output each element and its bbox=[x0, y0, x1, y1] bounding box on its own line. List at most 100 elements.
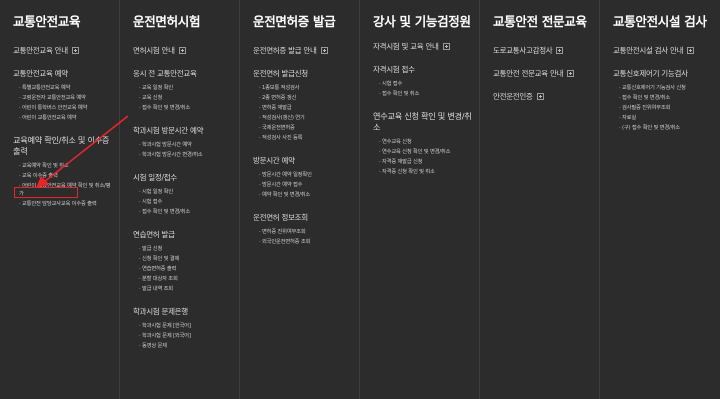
submenu-item[interactable]: · 분할 대상자 조회 bbox=[139, 274, 233, 284]
section-head[interactable]: 방문시간 예약 bbox=[253, 155, 353, 166]
submenu-item[interactable]: · 2종 면허증 갱신 bbox=[259, 93, 353, 103]
submenu-item[interactable]: · 특별교통안전교육 예약 bbox=[19, 83, 113, 93]
submenu-item[interactable]: · 자격증 재발급 신청 bbox=[379, 157, 473, 167]
section-link-education-guide[interactable]: 교통안전교육 안내 bbox=[13, 45, 113, 56]
submenu-item[interactable]: · 외국인운전면허증 조회 bbox=[259, 237, 353, 247]
section-link-safe-driving-cert[interactable]: 안전운전인증 bbox=[493, 91, 593, 102]
submenu-item[interactable]: · 어린이 교통안전교육 예약 bbox=[19, 113, 113, 123]
submenu-item[interactable]: · (구) 접수 확인 및 변경/취소 bbox=[619, 123, 714, 133]
submenu-item[interactable]: · 접수 확인 및 변경/취소 bbox=[139, 103, 233, 113]
submenu-item[interactable]: · 교육 신청 bbox=[139, 93, 233, 103]
section-head[interactable]: 운전면허 정보조회 bbox=[253, 212, 353, 223]
plus-icon bbox=[536, 93, 544, 100]
submenu-item[interactable]: · 접수 확인 및 변경/취소 bbox=[139, 207, 233, 217]
section-link-issue-guide[interactable]: 운전면허증 발급 안내 bbox=[253, 45, 353, 56]
submenu-item[interactable]: · 면허증 재발급 bbox=[259, 103, 353, 113]
submenu-item[interactable]: · 교육예약 확인 및 취소 bbox=[19, 161, 113, 171]
section-head[interactable]: 학과시험 문제은행 bbox=[133, 306, 233, 317]
section-link-accident-appraiser[interactable]: 도로교통사고감정사 bbox=[493, 45, 593, 56]
submenu-item[interactable]: · 면허증 진위여부조회 bbox=[259, 227, 353, 237]
submenu-item[interactable]: · 학과시험 방문시간 변경/취소 bbox=[139, 150, 233, 160]
menu-section: 교통안전 전문교육 안내 bbox=[493, 68, 593, 79]
section-link-qualification-guide[interactable]: 자격시험 및 교육 안내 bbox=[373, 41, 473, 52]
submenu-item[interactable]: · 자격증 신청 확인 및 취소 bbox=[379, 167, 473, 177]
menu-section: 연수교육 신청 확인 및 변경/취소 · 연수교육 신청 · 연수교육 신청 확… bbox=[373, 111, 473, 177]
submenu-item[interactable]: · 학과시험 문제 [한국어] bbox=[139, 321, 233, 331]
submenu-item[interactable]: · 적성검사(갱신) 연기 bbox=[259, 113, 353, 123]
submenu-item[interactable]: · 발급 내역 조회 bbox=[139, 284, 233, 294]
section-head[interactable]: 교통신호제어기 기능검사 bbox=[613, 68, 714, 79]
menu-section: 학과시험 방문시간 예약 · 학과시험 방문시간 예약 · 학과시험 방문시간 … bbox=[133, 125, 233, 160]
submenu-list: · 연수교육 신청 · 연수교육 신청 확인 및 변경/취소 · 자격증 재발급… bbox=[373, 137, 473, 177]
menu-section: 자격시험 및 교육 안내 bbox=[373, 41, 473, 52]
submenu-item[interactable]: · 학과시험 문제 [외국어] bbox=[139, 331, 233, 341]
section-head[interactable]: 연습면허 발급 bbox=[133, 229, 233, 240]
submenu-item[interactable]: · 교육 일정 확인 bbox=[139, 83, 233, 93]
section-link-exam-guide[interactable]: 면허시험 안내 bbox=[133, 45, 233, 56]
submenu-item[interactable]: · 시험 일정 확인 bbox=[139, 187, 233, 197]
submenu-item[interactable]: · 적성검사 사진 등록 bbox=[259, 133, 353, 143]
submenu-item[interactable]: · 시험 접수 bbox=[139, 197, 233, 207]
submenu-list: · 교통신호제어기 기능검사 신청 · 접수 확인 및 변경/취소 · 검사필증… bbox=[613, 83, 714, 133]
menu-section: 면허시험 안내 bbox=[133, 45, 233, 56]
column-title[interactable]: 교통안전교육 bbox=[13, 12, 113, 31]
menu-section: 응시 전 교통안전교육 · 교육 일정 확인 · 교육 신청 · 접수 확인 및… bbox=[133, 68, 233, 113]
plus-icon bbox=[320, 47, 328, 54]
menu-section: 운전면허증 발급 안내 bbox=[253, 45, 353, 56]
submenu-item[interactable]: · 학과시험 방문시간 예약 bbox=[139, 140, 233, 150]
column-title[interactable]: 교통안전시설 검사 bbox=[613, 12, 714, 31]
section-head[interactable]: 교통안전교육 예약 bbox=[13, 68, 113, 79]
column-title[interactable]: 운전면허시험 bbox=[133, 12, 233, 31]
submenu-item[interactable]: · 신청 확인 및 결제 bbox=[139, 254, 233, 264]
menu-column-professional-education: 교통안전 전문교육 도로교통사고감정사 교통안전 전문교육 안내 안전운전인증 bbox=[480, 0, 600, 399]
submenu-item[interactable]: · 시험 접수 bbox=[379, 79, 473, 89]
submenu-list: · 학과시험 문제 [한국어] · 학과시험 문제 [외국어] · 동영상 문제 bbox=[133, 321, 233, 351]
menu-section: 도로교통사고감정사 bbox=[493, 45, 593, 56]
submenu-item[interactable]: · 연수교육 신청 bbox=[379, 137, 473, 147]
section-head[interactable]: 시험 일정/접수 bbox=[133, 172, 233, 183]
highlight-box bbox=[14, 187, 78, 198]
submenu-item[interactable]: · 방문시간 예약 일정확인 bbox=[259, 170, 353, 180]
submenu-item-certificate-print[interactable]: · 교육 이수증 출력 bbox=[19, 171, 113, 181]
submenu-item[interactable]: · 예약 확인 및 변경/취소 bbox=[259, 190, 353, 200]
section-link-inspection-guide[interactable]: 교통안전시설 검사 안내 bbox=[613, 45, 714, 56]
submenu-item[interactable]: · 연수교육 신청 확인 및 변경/취소 bbox=[379, 147, 473, 157]
submenu-item[interactable]: · 국제운전면허증 bbox=[259, 123, 353, 133]
submenu-list: · 시험 일정 확인 · 시험 접수 · 접수 확인 및 변경/취소 bbox=[133, 187, 233, 217]
menu-section: 교통안전시설 검사 안내 bbox=[613, 45, 714, 56]
section-head[interactable]: 자격시험 접수 bbox=[373, 64, 473, 75]
submenu-item[interactable]: · 교통안전 담당교사교육 이수증 출력 bbox=[19, 199, 113, 209]
column-title[interactable]: 교통안전 전문교육 bbox=[493, 12, 593, 31]
submenu-list: · 학과시험 방문시간 예약 · 학과시험 방문시간 변경/취소 bbox=[133, 140, 233, 160]
submenu-item[interactable]: · 자료실 bbox=[619, 113, 714, 123]
submenu-item[interactable]: · 방문시간 예약 접수 bbox=[259, 180, 353, 190]
submenu-item[interactable]: · 어린이 통학버스 안전교육 예약 bbox=[19, 103, 113, 113]
submenu-item[interactable]: · 1종보통 적성검사 bbox=[259, 83, 353, 93]
submenu-item[interactable]: · 동영상 문제 bbox=[139, 341, 233, 351]
submenu-item[interactable]: · 접수 확인 및 변경/취소 bbox=[619, 93, 714, 103]
section-head[interactable]: 학과시험 방문시간 예약 bbox=[133, 125, 233, 136]
submenu-list: · 교육예약 확인 및 취소 · 교육 이수증 출력 · 어린이 교통안전교육 … bbox=[13, 161, 113, 209]
section-head[interactable]: 교육예약 확인/취소 및 이수증 출력 bbox=[13, 135, 113, 157]
submenu-item[interactable]: · 교통신호제어기 기능검사 신청 bbox=[619, 83, 714, 93]
submenu-item[interactable]: · 검사필증 진위여부조회 bbox=[619, 103, 714, 113]
menu-section: 학과시험 문제은행 · 학과시험 문제 [한국어] · 학과시험 문제 [외국어… bbox=[133, 306, 233, 351]
menu-column-license-exam: 운전면허시험 면허시험 안내 응시 전 교통안전교육 · 교육 일정 확인 · … bbox=[120, 0, 240, 399]
submenu-list: · 방문시간 예약 일정확인 · 방문시간 예약 접수 · 예약 확인 및 변경… bbox=[253, 170, 353, 200]
section-head[interactable]: 연수교육 신청 확인 및 변경/취소 bbox=[373, 111, 473, 133]
submenu-item[interactable]: · 발급 신청 bbox=[139, 244, 233, 254]
column-title[interactable]: 강사 및 기능검정원 bbox=[373, 12, 473, 31]
submenu-item[interactable]: · 고령운전자 교통안전교육 예약 bbox=[19, 93, 113, 103]
section-link-professional-guide[interactable]: 교통안전 전문교육 안내 bbox=[493, 68, 593, 79]
submenu-list: · 시험 접수 · 접수 확인 및 취소 bbox=[373, 79, 473, 99]
section-head[interactable]: 응시 전 교통안전교육 bbox=[133, 68, 233, 79]
plus-icon bbox=[178, 47, 186, 54]
menu-column-license-issue: 운전면허증 발급 운전면허증 발급 안내 운전면허 발급신청 · 1종보통 적성… bbox=[240, 0, 360, 399]
column-title[interactable]: 운전면허증 발급 bbox=[253, 12, 353, 31]
submenu-item[interactable]: · 연습면허증 출력 bbox=[139, 264, 233, 274]
plus-icon bbox=[556, 47, 564, 54]
menu-column-instructor-examiner: 강사 및 기능검정원 자격시험 및 교육 안내 자격시험 접수 · 시험 접수 … bbox=[360, 0, 480, 399]
menu-column-facility-inspection: 교통안전시설 검사 교통안전시설 검사 안내 교통신호제어기 기능검사 · 교통… bbox=[600, 0, 720, 399]
section-head[interactable]: 운전면허 발급신청 bbox=[253, 68, 353, 79]
submenu-item[interactable]: · 접수 확인 및 취소 bbox=[379, 89, 473, 99]
